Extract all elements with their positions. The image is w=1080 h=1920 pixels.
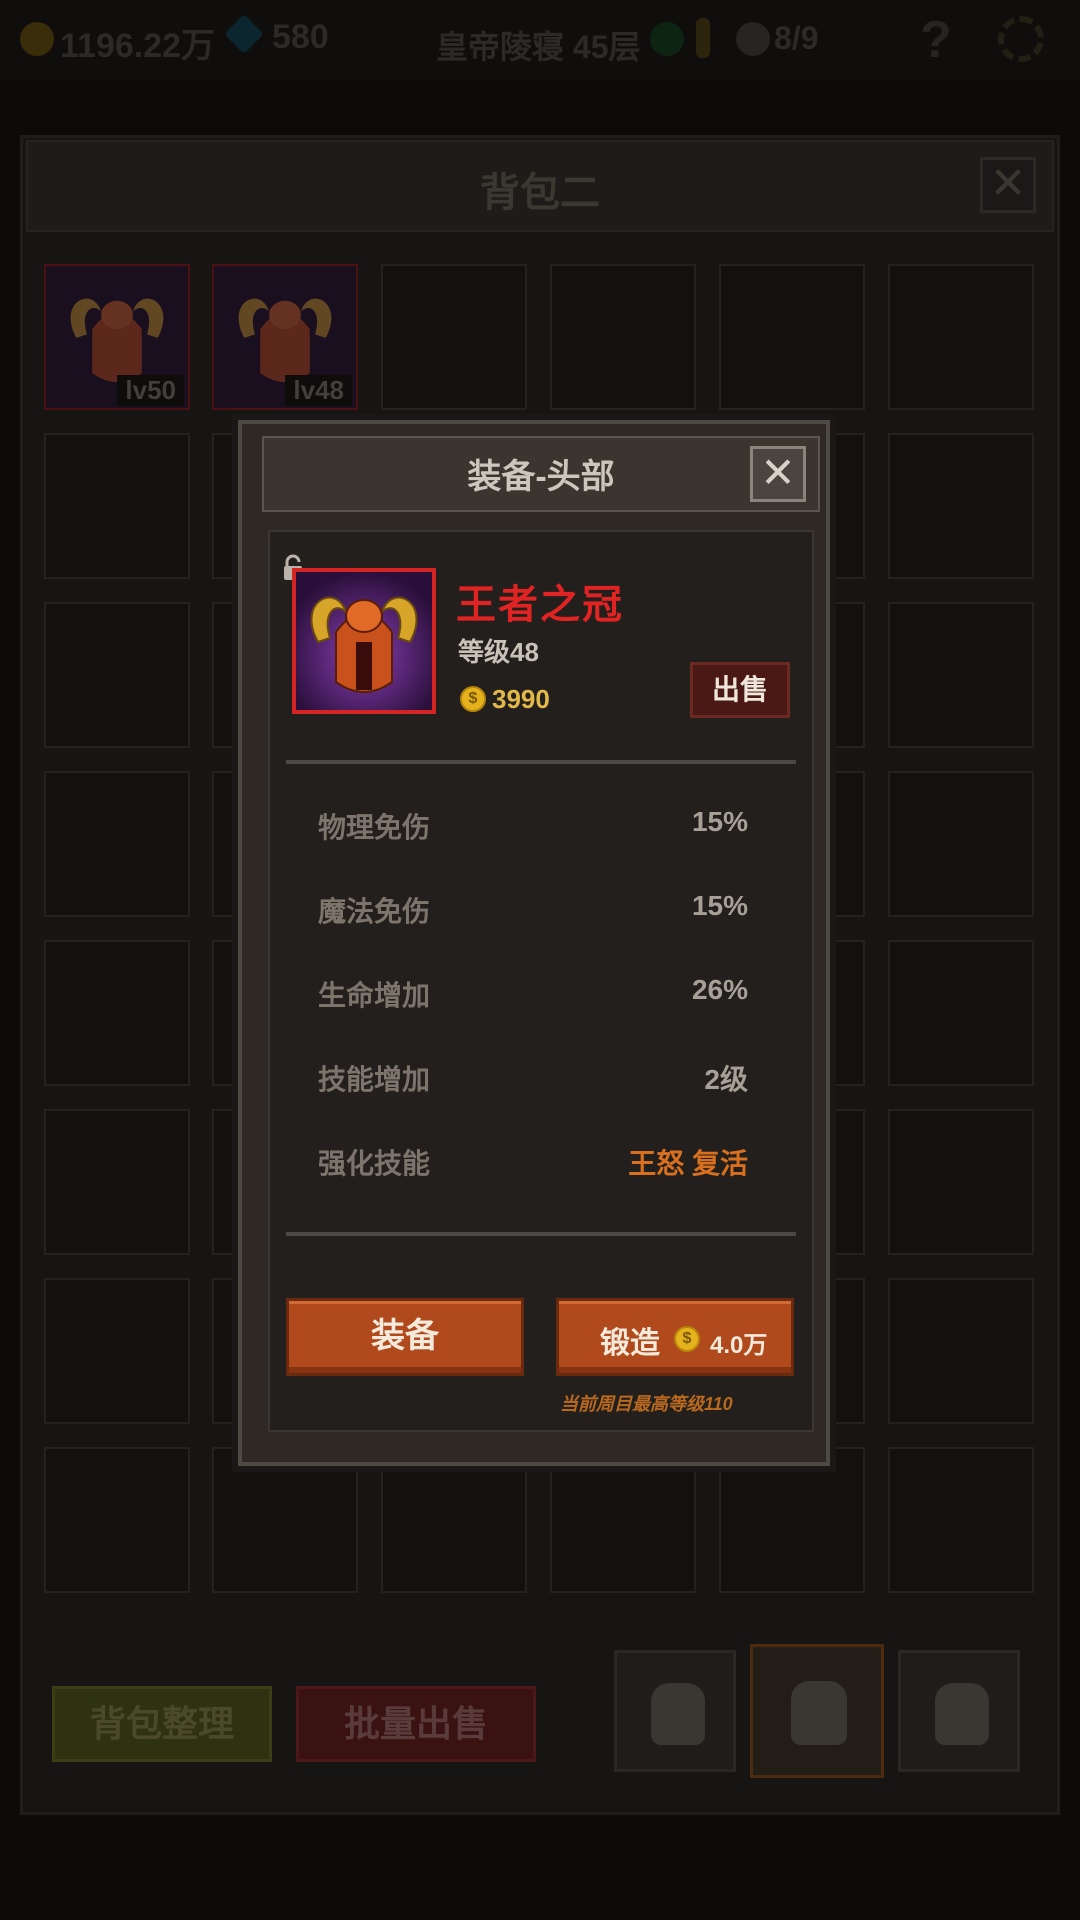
stat-value-physical-reduction: 15%: [691, 806, 748, 837]
slot-level-badge: lv50: [117, 375, 184, 406]
item-icon-frame[interactable]: [292, 568, 436, 714]
bag-slot[interactable]: [550, 264, 696, 410]
bag-close-button[interactable]: ✕: [980, 157, 1036, 213]
stat-label-skill-bonus: 技能增加: [318, 1064, 431, 1095]
slot-level-badge: lv48: [285, 375, 352, 406]
shield-icon: [650, 22, 684, 56]
bag-tab-2[interactable]: [750, 1644, 884, 1778]
item-price: 3990: [492, 684, 550, 714]
stat-label-magic-reduction: 魔法免伤: [318, 896, 431, 927]
key-icon: [696, 18, 710, 58]
bag-slot[interactable]: [44, 602, 190, 748]
divider: [286, 760, 796, 764]
dialog-close-button[interactable]: ✕: [750, 446, 806, 502]
bag-slot[interactable]: [888, 602, 1034, 748]
stat-label-life-bonus: 生命增加: [318, 980, 431, 1011]
stat-value-skill-bonus: 2级: [704, 1064, 748, 1095]
stat-label-enhanced-skill: 强化技能: [318, 1148, 431, 1179]
bag-slot[interactable]: [44, 1278, 190, 1424]
settings-icon[interactable]: [998, 16, 1044, 62]
bag-slot[interactable]: [888, 940, 1034, 1086]
max-level-note: 当前周目最高等级110: [560, 1394, 733, 1414]
bag-slot[interactable]: [888, 771, 1034, 917]
horned-helmet-icon: [296, 572, 432, 710]
forge-button-label: 锻造: [600, 1327, 660, 1360]
sell-button[interactable]: 出售: [690, 662, 790, 718]
bag-slot[interactable]: [44, 433, 190, 579]
sort-bag-button[interactable]: 背包整理: [52, 1686, 272, 1762]
stat-value-magic-reduction: 15%: [691, 890, 748, 921]
bag-slot[interactable]: [381, 1447, 527, 1593]
bag-slot[interactable]: [719, 1447, 865, 1593]
stat-value-enhanced-skill: 王怒 复活: [628, 1148, 748, 1179]
bag-slot[interactable]: [44, 940, 190, 1086]
stat-label-physical-reduction: 物理免伤: [318, 812, 431, 843]
bag-slot[interactable]: lv48: [212, 264, 358, 410]
divider: [286, 1232, 796, 1236]
backpack-icon: [651, 1683, 705, 1745]
bag-title: 背包二: [480, 171, 600, 215]
bag-slot[interactable]: [212, 1447, 358, 1593]
gem-amount: 580: [272, 18, 329, 56]
dialog-title: 装备-头部: [467, 458, 615, 496]
bag-slot[interactable]: [381, 264, 527, 410]
gold-coin-icon: $: [460, 686, 486, 712]
backpack-icon: [935, 1683, 989, 1745]
bag-slot[interactable]: [719, 264, 865, 410]
equip-button[interactable]: 装备: [286, 1298, 524, 1376]
stat-value-life-bonus: 26%: [691, 974, 748, 1005]
bag-slot[interactable]: [888, 1109, 1034, 1255]
bag-slot[interactable]: lv50: [44, 264, 190, 410]
help-icon[interactable]: ?: [920, 10, 952, 70]
backpack-icon: [791, 1681, 847, 1745]
bag-slot[interactable]: [888, 1447, 1034, 1593]
location-label: 皇帝陵寝 45层: [436, 29, 641, 65]
skull-icon: [736, 22, 770, 56]
item-name: 王者之冠: [456, 583, 624, 627]
bulk-sell-button[interactable]: 批量出售: [296, 1686, 536, 1762]
gold-amount: 1196.22万: [60, 27, 216, 65]
gold-coin-icon: $: [674, 1326, 700, 1352]
bag-slot[interactable]: [550, 1447, 696, 1593]
gold-coin-icon: [20, 22, 54, 56]
forge-cost: 4.0万: [710, 1332, 768, 1359]
bag-tab-1[interactable]: [614, 1650, 736, 1772]
bag-slot[interactable]: [888, 433, 1034, 579]
bag-slot[interactable]: [44, 771, 190, 917]
bag-slot[interactable]: [888, 264, 1034, 410]
bag-slot[interactable]: [44, 1109, 190, 1255]
bag-slot[interactable]: [44, 1447, 190, 1593]
kill-counter: 8/9: [774, 20, 819, 56]
bag-tab-3[interactable]: [898, 1650, 1020, 1772]
item-level: 等级48: [458, 637, 539, 667]
bag-slot[interactable]: [888, 1278, 1034, 1424]
